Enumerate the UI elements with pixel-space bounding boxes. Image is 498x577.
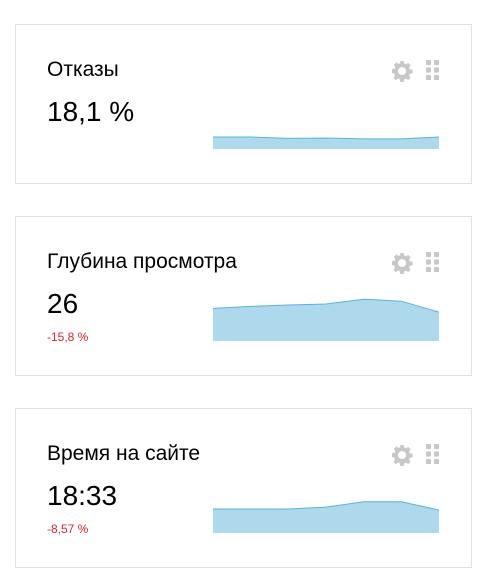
widget-card-bounce-rate: Отказы 18,1 % (15, 24, 472, 184)
widgets-panel: Отказы 18,1 % Глубина просмотра 26 -15,8… (0, 0, 498, 577)
widget-value: 18,1 % (47, 96, 135, 127)
gear-icon[interactable] (390, 251, 414, 275)
widget-delta: -8,57 % (47, 522, 89, 536)
sparkline-area (213, 501, 439, 533)
sparkline-chart (213, 298, 439, 341)
widget-title: Время на сайте (47, 442, 201, 465)
drag-handle-icon[interactable] (426, 60, 440, 80)
drag-handle-icon[interactable] (426, 252, 440, 272)
widget-title: Отказы (47, 58, 119, 81)
gear-icon[interactable] (390, 59, 414, 83)
sparkline-area (213, 299, 439, 341)
drag-handle-icon[interactable] (426, 444, 440, 464)
sparkline-chart (213, 501, 439, 533)
widget-value: 26 (47, 288, 79, 319)
widget-card-page-depth: Глубина просмотра 26 -15,8 % (15, 216, 472, 376)
widget-title: Глубина просмотра (47, 250, 237, 273)
widget-delta: -15,8 % (47, 330, 89, 344)
widget-value: 18:33 (47, 480, 118, 511)
gear-icon[interactable] (390, 443, 414, 467)
sparkline-chart (213, 136, 439, 149)
widget-card-time-on-site: Время на сайте 18:33 -8,57 % (15, 408, 472, 568)
